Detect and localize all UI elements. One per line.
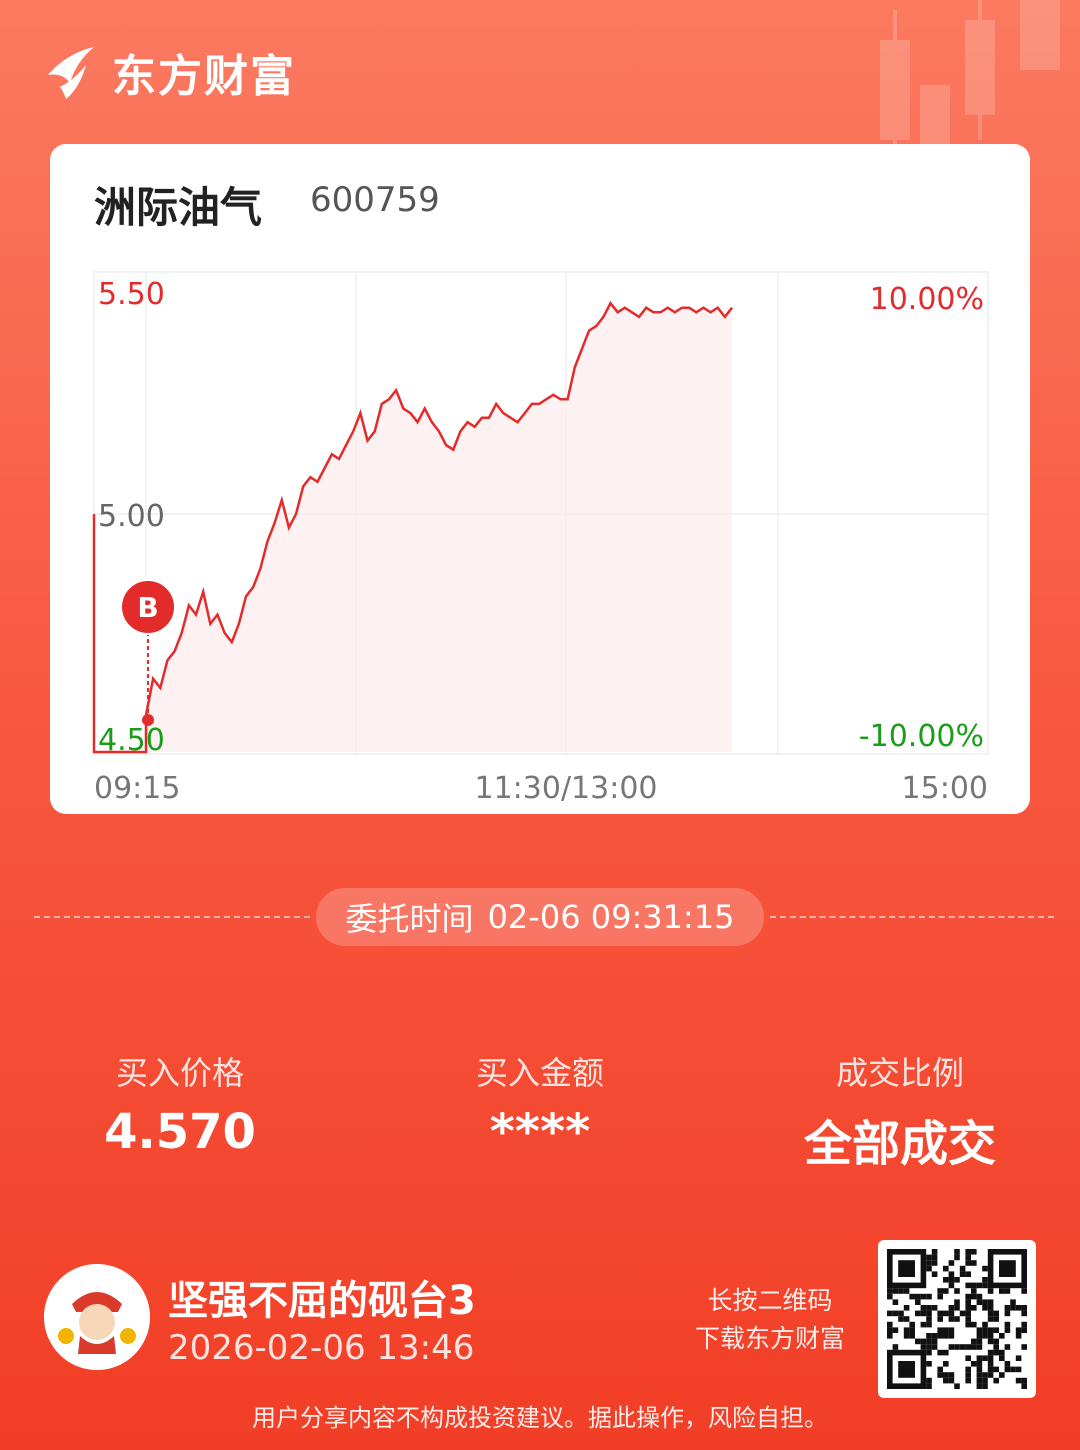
- brand-flame-icon: [48, 47, 94, 99]
- x-label-open: 09:15: [94, 771, 180, 806]
- stat-buy-price: 买入价格 4.570: [0, 1048, 360, 1160]
- chart-card: 洲际油气 600759 5.50 5.00 4.50 10.00% -10.00…: [50, 144, 1030, 814]
- stat-label: 买入价格: [115, 1054, 244, 1092]
- y-label-right-high: 10.00%: [870, 282, 984, 317]
- qr-hint: 长按二维码 下载东方财富: [680, 1282, 860, 1358]
- brand-logo: 东方财富: [42, 40, 296, 104]
- avatar-icon: [44, 1264, 150, 1370]
- brand-name: 东方财富: [112, 51, 296, 102]
- user-name: 坚强不屈的砚台3: [168, 1278, 476, 1324]
- avatar[interactable]: [44, 1264, 150, 1370]
- stat-value: ****: [489, 1104, 591, 1160]
- stat-value: 4.570: [104, 1104, 256, 1160]
- disclaimer: 用户分享内容不构成投资建议。据此操作，风险自担。: [252, 1404, 828, 1432]
- divider-left: [34, 916, 310, 918]
- stat-label: 成交比例: [835, 1054, 964, 1092]
- divider-right: [770, 916, 1054, 918]
- buy-point-dot: [142, 713, 154, 726]
- y-label-right-low: -10.00%: [859, 719, 984, 754]
- y-label-mid: 5.00: [98, 499, 165, 534]
- candlestick-decoration: [880, 0, 1060, 150]
- stat-label: 买入金额: [475, 1054, 604, 1092]
- y-label-high: 5.50: [98, 277, 165, 312]
- y-label-low: 4.50: [98, 723, 165, 758]
- qr-code-icon: [887, 1249, 1027, 1389]
- stat-value: 全部成交: [803, 1116, 996, 1172]
- x-label-mid: 11:30/13:00: [474, 771, 657, 806]
- order-time-label: 委托时间: [345, 900, 474, 938]
- order-time-value: 02-06 09:31:15: [487, 898, 735, 936]
- price-area: [146, 303, 732, 752]
- intraday-chart: 5.50 5.00 4.50 10.00% -10.00% 09:15 11:3…: [92, 271, 989, 806]
- order-time-pill: 委托时间 02-06 09:31:15: [316, 888, 764, 946]
- qr-hint-line2: 下载东方财富: [694, 1324, 845, 1353]
- buy-marker-label: B: [137, 591, 158, 624]
- stat-buy-amount: 买入金额 ****: [360, 1048, 720, 1160]
- x-label-close: 15:00: [902, 771, 988, 806]
- qr-hint-line1: 长按二维码: [707, 1286, 833, 1315]
- stat-fill-ratio: 成交比例 全部成交: [720, 1048, 1080, 1174]
- share-time: 2026-02-06 13:46: [168, 1328, 475, 1368]
- qr-code[interactable]: [878, 1240, 1036, 1398]
